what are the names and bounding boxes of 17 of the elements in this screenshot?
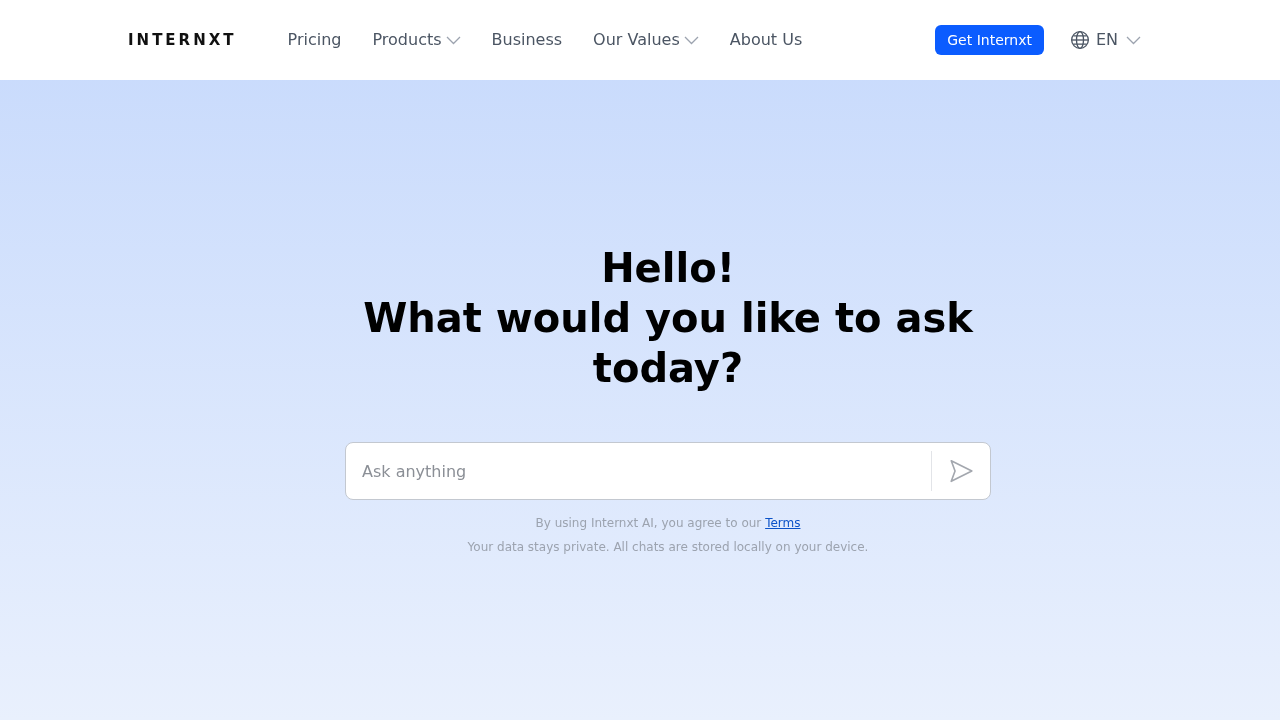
send-icon [948, 458, 974, 484]
globe-icon [1069, 30, 1090, 50]
chevron-down-icon [445, 35, 461, 45]
nav-link[interactable]: Business [491, 28, 563, 52]
nav-link[interactable]: About Us [729, 28, 803, 52]
get-internxt-button[interactable]: Get Internxt [935, 25, 1044, 55]
logo[interactable]: INTERNXT [128, 28, 237, 52]
nav-menu[interactable]: Products [372, 28, 461, 52]
language-selector[interactable]: EN [1069, 28, 1141, 52]
chevron-down-icon [1126, 35, 1141, 45]
terms-notice: By using Internxt AI, you agree to our Terms [535, 515, 801, 531]
greeting-heading: Hello! What would you like to ask today? [362, 244, 975, 393]
chevron-down-icon [683, 35, 699, 45]
nav-menu[interactable]: Our Values [593, 28, 699, 52]
terms-link[interactable]: Terms [765, 516, 801, 530]
nav-link[interactable]: Pricing [287, 28, 342, 52]
privacy-note: Your data stays private. All chats are stored locally on your device. [467, 539, 869, 555]
